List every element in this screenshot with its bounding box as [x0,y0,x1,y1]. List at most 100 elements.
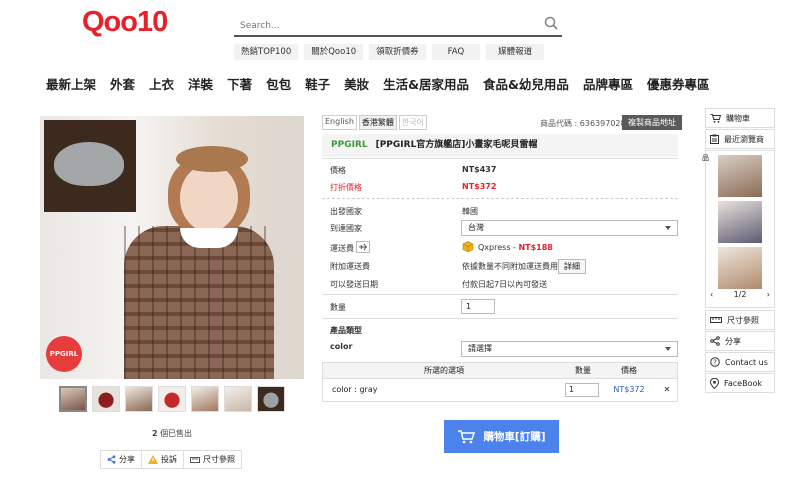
product-type-label: 產品類型 [330,326,362,335]
option-qty-cell: 1 [565,379,601,401]
search-input[interactable] [234,15,534,37]
sidebar-facebook-label: FaceBook [724,378,762,388]
svg-text:?: ? [713,359,717,367]
language-switcher: English 香港繁體 한국어 [322,115,427,130]
warning-icon [148,455,158,464]
top-links: 熱銷TOP100 關於Qoo10 領取折價券 FAQ 媒體報道 [234,44,545,60]
size-guide-button[interactable]: 尺寸參照 [184,451,241,468]
nav-item-shoes[interactable]: 鞋子 [305,74,330,93]
report-label: 投訴 [161,455,177,464]
question-icon: ? [710,357,720,367]
header-qty: 數量 [575,366,591,375]
sidebar-recent[interactable]: 最近瀏覽商 [705,129,775,149]
add-to-cart-label: 購物車[訂購] [483,431,546,443]
model-beret [176,146,248,172]
share-icon [710,336,720,346]
thumbnail[interactable] [59,386,87,412]
thumbnail[interactable] [158,386,186,412]
sidebar-cart[interactable]: 購物車 [705,108,775,128]
sidebar-contact[interactable]: ? Contact us [705,352,775,372]
share-button[interactable]: 分享 [101,451,142,468]
destination-select[interactable]: 台灣 [461,220,678,236]
nav-item-bottoms[interactable]: 下著 [227,74,252,93]
brand-name[interactable]: PPGIRL [331,140,368,150]
recent-item-image[interactable] [718,155,762,197]
nav-item-new[interactable]: 最新上架 [46,74,96,93]
nav-item-home[interactable]: 生活&居家用品 [383,74,469,93]
remove-option-icon[interactable]: ✕ [657,379,677,401]
lang-traditional-chinese[interactable]: 香港繁體 [358,115,397,130]
airplane-icon[interactable] [356,241,370,253]
option-qty-stepper[interactable]: 1 [565,383,599,397]
nav-item-outer[interactable]: 外套 [110,74,135,93]
sold-count: 2 個已售出 [40,428,304,439]
sidebar-share[interactable]: 分享 [705,331,775,351]
sidebar-facebook[interactable]: FaceBook [705,373,775,393]
thumbnail[interactable] [125,386,153,412]
quantity-label: 數量 [330,303,346,312]
top-link-faq[interactable]: FAQ [431,44,481,60]
sold-number: 2 [151,429,158,438]
pager-count: 1/2 [733,290,747,299]
clipboard-icon [710,134,719,144]
beret-inset-image [44,120,136,212]
share-label: 分享 [119,455,135,464]
shipping-method-name: Qxpress - [478,243,519,252]
recent-items-panel: 品 ‹ 1/2 › [702,150,775,308]
nav-item-brands[interactable]: 品牌專區 [583,74,633,93]
recent-item-image[interactable] [718,201,762,243]
discount-label: 打折價格 [330,183,362,192]
nav-item-tops[interactable]: 上衣 [149,74,174,93]
copy-url-button[interactable]: 複製商品地址 [622,115,682,130]
thumbnail[interactable] [191,386,219,412]
thumbnail[interactable] [224,386,252,412]
option-price: NT$372 [613,385,645,394]
ship-date-value: 付款日起7日以內可發送 [462,280,548,289]
sidebar-contact-label: Contact us [725,357,768,367]
option-value: color : gray [332,385,378,394]
category-nav: 最新上架 外套 上衣 洋裝 下著 包包 鞋子 美妝 生活&居家用品 食品&幼兒用… [46,74,723,93]
lang-english[interactable]: English [322,115,357,130]
nav-item-bags[interactable]: 包包 [266,74,291,93]
top-link-press[interactable]: 媒體報道 [486,44,545,60]
search-bar[interactable] [234,13,562,37]
pager-next-icon[interactable]: › [767,290,774,299]
product-title: [PPGIRL官方旗艦店]小畫家毛呢貝雷帽 [375,140,538,150]
top-link-coupons[interactable]: 領取折價券 [369,44,426,60]
ruler-icon [190,456,200,463]
sidebar-size-guide[interactable]: 尺寸參照 [705,310,775,330]
original-price: NT$437 [462,165,497,174]
top-link-top100[interactable]: 熱銷TOP100 [234,44,299,60]
search-icon[interactable] [544,16,558,30]
thumbnail[interactable] [92,386,120,412]
quantity-stepper[interactable]: 1 [461,299,495,314]
shipping-method: Qxpress - NT$188 [478,243,553,252]
nav-item-beauty[interactable]: 美妝 [344,74,369,93]
qoo10-logo[interactable]: Qoo10 [82,6,168,39]
header-option: 所選的選項 [424,366,464,375]
nav-item-food[interactable]: 食品&幼兒用品 [483,74,569,93]
lang-korean[interactable]: 한국어 [398,115,427,130]
thumbnail[interactable] [257,386,285,412]
cart-icon [710,113,721,123]
destination-label: 到達國家 [330,224,362,233]
pager-prev-icon[interactable]: ‹ [706,290,713,299]
color-select[interactable]: 請選擇 [461,341,678,357]
report-button[interactable]: 投訴 [142,451,184,468]
price-label: 價格 [330,166,346,175]
sidebar-cart-label: 購物車 [726,113,750,123]
product-main-image[interactable]: PPGIRL [40,116,304,379]
size-guide-label: 尺寸參照 [203,455,235,464]
nav-item-dresses[interactable]: 洋裝 [188,74,213,93]
top-link-about[interactable]: 關於Qoo10 [304,44,364,60]
selected-options-table: 所選的選項 數量 價格 color : gray 1 NT$372 ✕ [322,362,678,402]
package-icon [462,241,474,252]
recent-pager: ‹ 1/2 › [706,290,774,299]
right-sidebar: 購物車 最近瀏覽商 品 ‹ 1/2 › 尺寸參照 分享 ? Contact us Fa… [702,108,775,394]
recent-item-image[interactable] [718,247,762,289]
shipping-detail-button[interactable]: 詳細 [558,259,586,274]
nav-item-coupon[interactable]: 優惠券專區 [647,74,710,93]
add-to-cart-button[interactable]: 購物車[訂購] [444,420,559,453]
sidebar-size-label: 尺寸參照 [727,315,759,325]
share-bar: 分享 投訴 尺寸參照 [100,450,242,469]
